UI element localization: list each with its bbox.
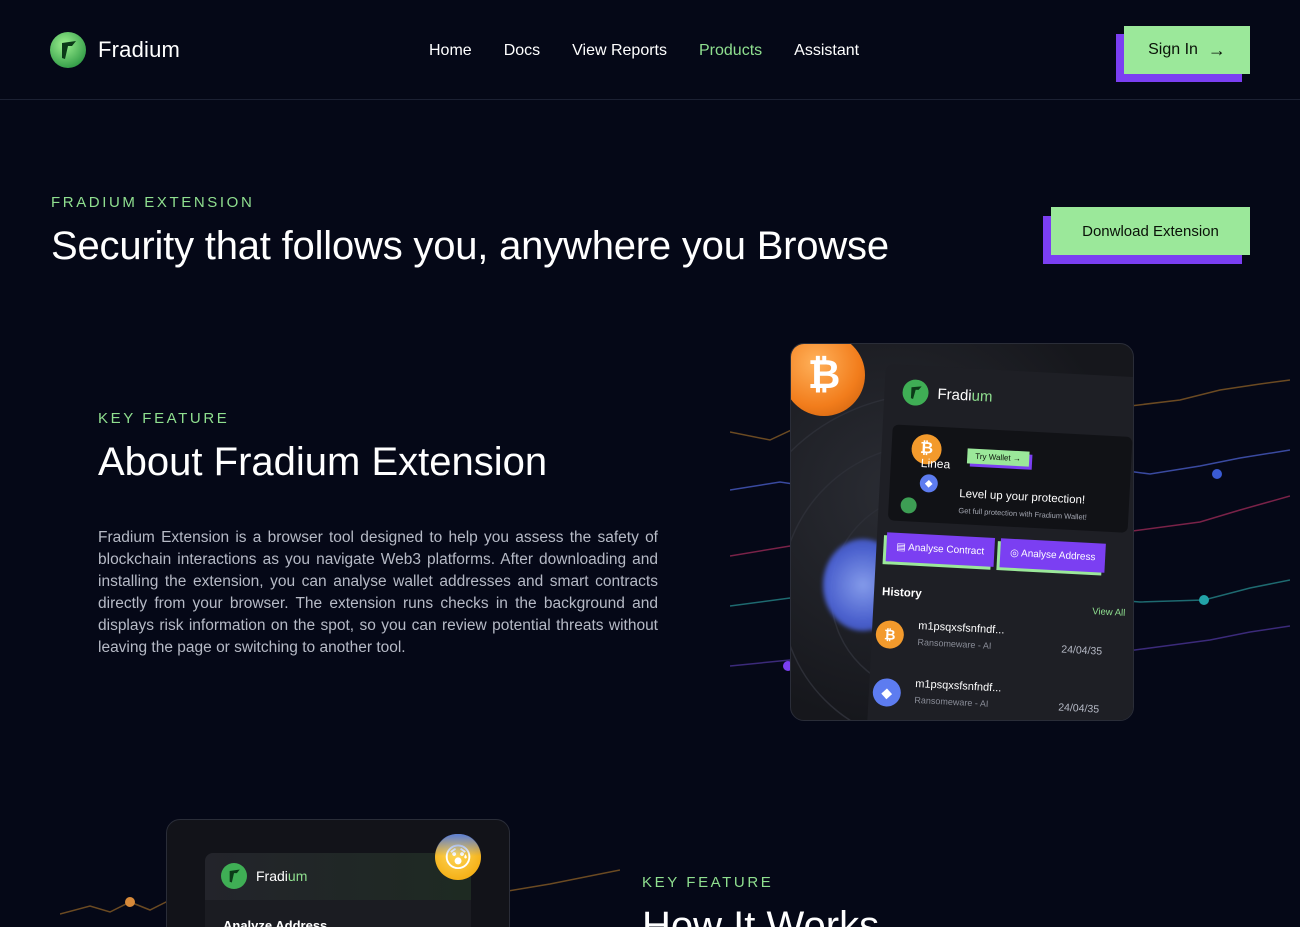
chart-dot — [1199, 595, 1209, 605]
promo-banner: ₿ ◆ Linea Try Wallet → Level up your pro… — [887, 424, 1133, 533]
history-tag: Ransomeware - AI — [917, 637, 992, 651]
fradium-logo-icon — [50, 32, 86, 68]
fradium-logo-icon — [902, 379, 929, 406]
analyze-address-label: Analyze Address — [205, 900, 471, 927]
how-eyebrow: KEY FEATURE — [642, 874, 774, 891]
banner-headline: Level up your protection! — [958, 488, 1086, 507]
history-header: History View All — [881, 577, 1126, 619]
panel-brand-prefix: Fradi — [937, 385, 973, 405]
history-item[interactable]: ₿ m1psqxsfsnfndf... Ransomeware - AI 24/… — [874, 616, 1133, 678]
chart-dot — [1212, 469, 1222, 479]
analyse-address-label: Analyse Address — [1020, 548, 1096, 564]
arrow-right-icon: → — [1207, 39, 1226, 60]
sign-in-button-group: Sign In → — [1116, 26, 1250, 82]
history-date: 24/04/35 — [1057, 701, 1100, 716]
panel-actions: ▤ Analyse Contract ◎ Analyse Address — [885, 532, 1133, 575]
sign-in-button[interactable]: Sign In → — [1124, 26, 1250, 74]
brand-name: Fradium — [98, 37, 181, 62]
nav-home[interactable]: Home — [429, 40, 472, 62]
try-wallet-label: Try Wallet — [975, 451, 1011, 463]
history-item[interactable]: ◆ m1psqxsfsnfndf... Ransomeware - AI 24/… — [871, 674, 1133, 720]
panel-brand-suffix: um — [971, 387, 993, 406]
banner-subtitle: Get full protection with Fradium Wallet! — [958, 505, 1088, 522]
history-address: m1psqxsfsnfndf... — [918, 620, 1005, 637]
about-eyebrow: KEY FEATURE — [98, 410, 230, 427]
banner-tag: Linea — [920, 455, 951, 472]
extension-panel: Fradium Analyze Address — [205, 853, 471, 927]
fradium-logo-icon — [221, 863, 247, 889]
view-all-link[interactable]: View All — [1092, 606, 1126, 619]
extension-preview-card: ₿ Fradium ₿ ◆ Linea Try Wallet → Level u… — [790, 343, 1134, 721]
history-date: 24/04/35 — [1060, 643, 1103, 658]
nav-view-reports[interactable]: View Reports — [572, 40, 667, 62]
panel-header: Fradium — [883, 364, 1133, 432]
nav-docs[interactable]: Docs — [504, 40, 540, 62]
panel-brand: Fradium — [256, 868, 307, 884]
brand-logo[interactable]: Fradium — [50, 32, 180, 68]
analyse-contract-button[interactable]: ▤ Analyse Contract — [885, 532, 995, 567]
about-description: Fradium Extension is a browser tool desi… — [98, 529, 658, 656]
main-nav: Home Docs View Reports Products Assistan… — [429, 40, 891, 62]
analyse-contract-label: Analyse Contract — [907, 542, 985, 558]
how-it-works-title: How It Works — [642, 904, 880, 927]
history-address: m1psqxsfsnfndf... — [914, 677, 1002, 695]
hero-title: Security that follows you, anywhere you … — [51, 224, 889, 268]
site-header: Fradium Home Docs View Reports Products … — [0, 0, 1300, 100]
extension-panel: Fradium ₿ ◆ Linea Try Wallet → Level up … — [865, 364, 1133, 720]
panel-brand-prefix: Fradi — [256, 868, 288, 884]
how-it-works-card: Fradium Analyze Address 😰 — [166, 819, 510, 927]
chart-dot — [125, 897, 135, 907]
fradium-small-icon — [900, 496, 918, 514]
btc-icon: ₿ — [875, 619, 905, 650]
history-tag: Ransomeware - AI — [914, 694, 989, 709]
eth-icon: ◆ — [872, 677, 902, 708]
nav-products[interactable]: Products — [699, 40, 762, 62]
anxious-face-emoji-icon: 😰 — [435, 834, 481, 880]
try-wallet-button[interactable]: Try Wallet → — [966, 448, 1030, 467]
hero-eyebrow: FRADIUM EXTENSION — [51, 194, 255, 211]
panel-brand: Fradium — [937, 385, 993, 405]
analyse-address-button[interactable]: ◎ Analyse Address — [999, 538, 1107, 573]
panel-header: Fradium — [205, 853, 471, 899]
ethereum-icon: ◆ — [919, 473, 939, 493]
download-extension-button[interactable]: Donwload Extension — [1051, 207, 1250, 255]
sign-in-label: Sign In — [1148, 41, 1198, 58]
about-title: About Fradium Extension — [98, 440, 548, 484]
nav-assistant[interactable]: Assistant — [794, 40, 859, 62]
panel-brand-suffix: um — [287, 868, 308, 884]
download-button-group: Donwload Extension — [1043, 207, 1250, 264]
history-title: History — [881, 585, 922, 600]
